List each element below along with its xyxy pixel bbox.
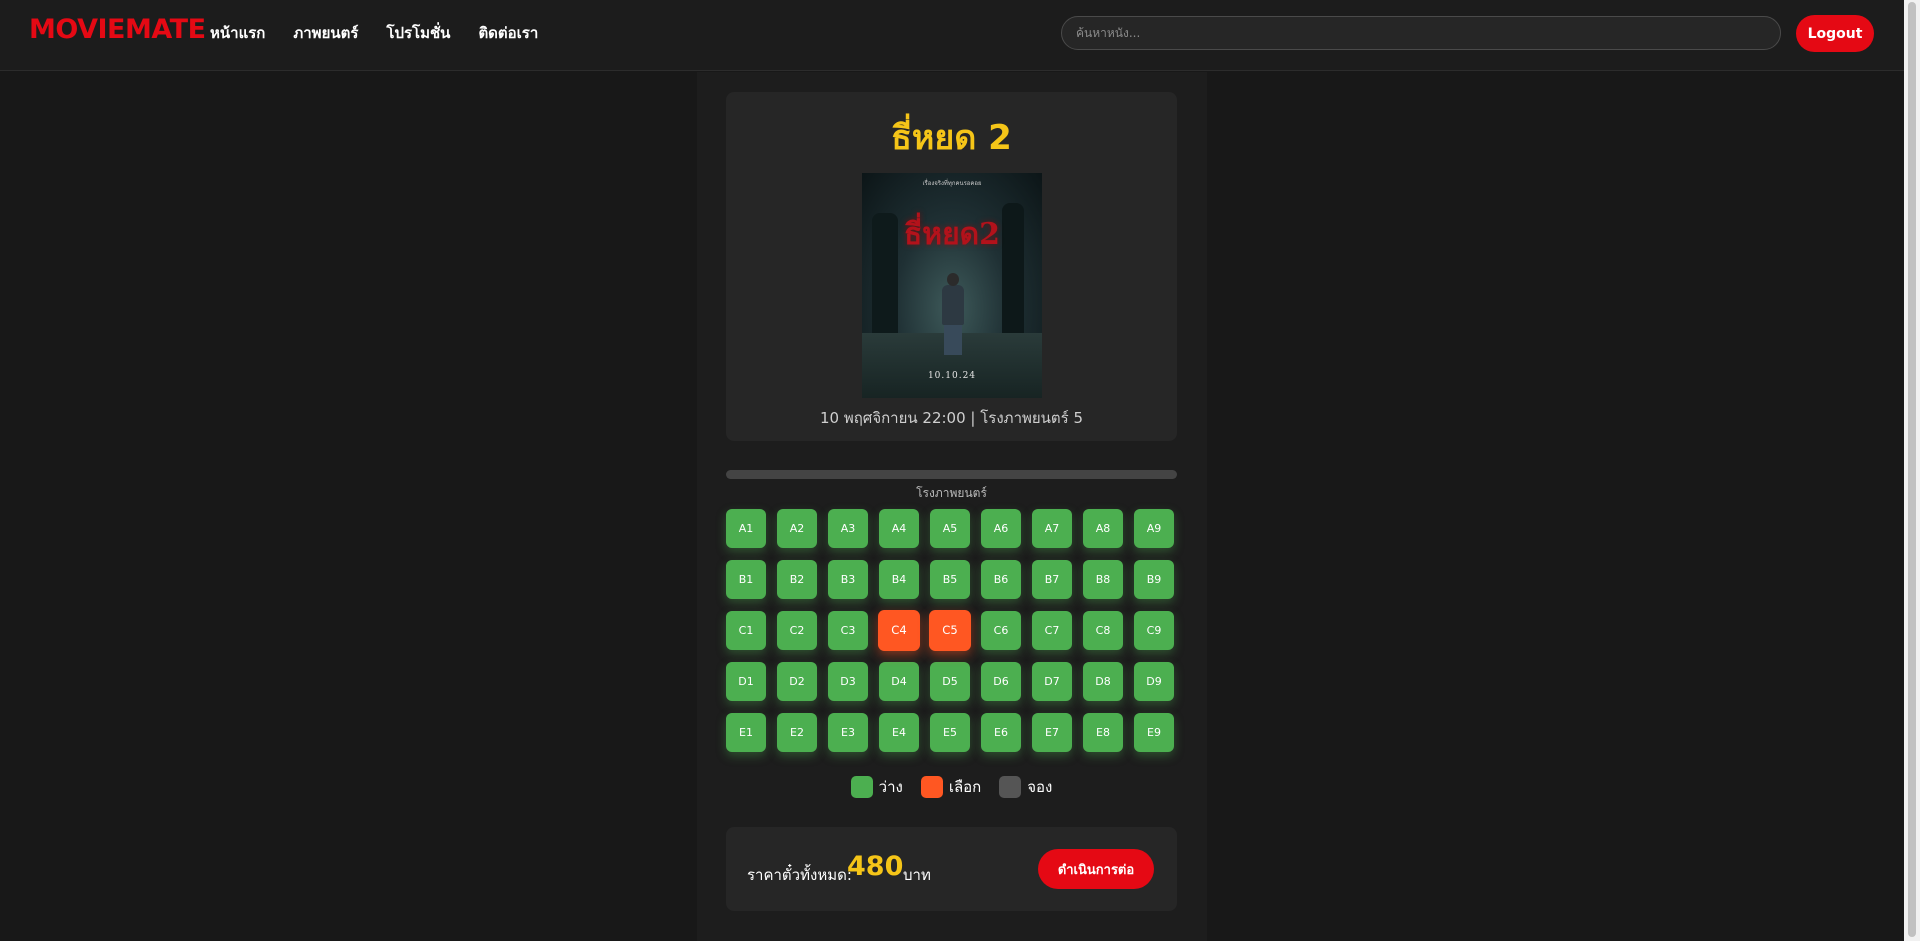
seat-row: B1 B2 B3 B4 B5 B6 B7 B8 B9	[726, 560, 1177, 599]
legend-available-label: ว่าง	[878, 778, 903, 796]
seat-b1[interactable]: B1	[726, 560, 766, 599]
seat-b6[interactable]: B6	[981, 560, 1021, 599]
seat-c4[interactable]: C4	[878, 610, 920, 651]
seat-d5[interactable]: D5	[930, 662, 970, 701]
seat-e9[interactable]: E9	[1134, 713, 1174, 752]
main-nav: หน้าแรก ภาพยนตร์ โปรโมชั่น ติดต่อเรา	[210, 0, 538, 66]
legend-available-swatch	[850, 776, 873, 798]
legend-selected-label: เลือก	[948, 778, 982, 796]
seat-c5[interactable]: C5	[929, 610, 971, 651]
seat-a6[interactable]: A6	[981, 509, 1021, 548]
nav-link-movies[interactable]: ภาพยนตร์	[293, 21, 358, 45]
poster-date: 10.10.24	[927, 371, 977, 381]
showtime-info: 10 พฤศจิกายน 22:00 | โรงภาพยนตร์ 5	[819, 409, 1084, 427]
legend-selected: เลือก	[920, 775, 982, 799]
poster-figure-head	[947, 273, 959, 286]
screen-indicator	[726, 470, 1177, 479]
seat-row: C1 C2 C3 C4 C5 C6 C7 C8 C9	[726, 610, 1177, 651]
seat-e6[interactable]: E6	[981, 713, 1021, 752]
seat-b2[interactable]: B2	[777, 560, 817, 599]
seat-d3[interactable]: D3	[828, 662, 868, 701]
seat-row: A1 A2 A3 A4 A5 A6 A7 A8 A9	[726, 509, 1177, 548]
seat-b5[interactable]: B5	[930, 560, 970, 599]
seat-e4[interactable]: E4	[879, 713, 919, 752]
seat-legend: ว่าง เลือก จอง	[726, 775, 1177, 799]
seat-e2[interactable]: E2	[777, 713, 817, 752]
page-scrollbar[interactable]	[1904, 0, 1920, 941]
legend-booked-swatch	[999, 776, 1022, 798]
seat-a9[interactable]: A9	[1134, 509, 1174, 548]
movie-title: ธี่หยด 2	[891, 118, 1012, 158]
seat-b4[interactable]: B4	[879, 560, 919, 599]
seat-c1[interactable]: C1	[726, 611, 766, 650]
total-summary: ราคาตั๋วทั้งหมด: 480 บาท ดำเนินการต่อ	[726, 827, 1177, 911]
seat-a5[interactable]: A5	[930, 509, 970, 548]
search-input[interactable]	[1061, 16, 1781, 50]
total-price-currency: บาท	[903, 866, 931, 884]
seat-a7[interactable]: A7	[1032, 509, 1072, 548]
continue-button[interactable]: ดำเนินการต่อ	[1038, 849, 1154, 889]
seat-a8[interactable]: A8	[1083, 509, 1123, 548]
seat-e3[interactable]: E3	[828, 713, 868, 752]
seat-d7[interactable]: D7	[1032, 662, 1072, 701]
seat-c6[interactable]: C6	[981, 611, 1021, 650]
movie-card: ธี่หยด 2 เรื่องจริงที่ทุกคนรอคอย ธี่หยด2…	[726, 92, 1177, 441]
seat-grid: A1 A2 A3 A4 A5 A6 A7 A8 A9 B1 B2 B3 B4 B5 B6 B7 B8 B9 C1 C2…	[726, 509, 1177, 764]
legend-selected-swatch	[920, 776, 943, 798]
seat-e1[interactable]: E1	[726, 713, 766, 752]
nav-link-home[interactable]: หน้าแรก	[210, 21, 265, 45]
seat-b7[interactable]: B7	[1032, 560, 1072, 599]
seat-c8[interactable]: C8	[1083, 611, 1123, 650]
seat-e7[interactable]: E7	[1032, 713, 1072, 752]
seat-a3[interactable]: A3	[828, 509, 868, 548]
scrollbar-thumb[interactable]	[1908, 2, 1916, 937]
nav-link-promotions[interactable]: โปรโมชั่น	[386, 21, 450, 45]
seat-row: E1 E2 E3 E4 E5 E6 E7 E8 E9	[726, 713, 1177, 752]
seat-e5[interactable]: E5	[930, 713, 970, 752]
seat-b9[interactable]: B9	[1134, 560, 1174, 599]
seat-d1[interactable]: D1	[726, 662, 766, 701]
site-logo[interactable]: MOVIEMATE	[29, 14, 206, 45]
logout-button[interactable]: Logout	[1796, 15, 1874, 52]
seat-c9[interactable]: C9	[1134, 611, 1174, 650]
legend-booked-label: จอง	[1027, 778, 1053, 796]
top-navbar: MOVIEMATE หน้าแรก ภาพยนตร์ โปรโมชั่น ติด…	[0, 0, 1904, 71]
poster-figure-legs	[944, 323, 962, 355]
seat-b3[interactable]: B3	[828, 560, 868, 599]
seat-a2[interactable]: A2	[777, 509, 817, 548]
movie-poster: เรื่องจริงที่ทุกคนรอคอย ธี่หยด2 10.10.24	[862, 173, 1042, 398]
poster-figure-body	[942, 285, 964, 325]
legend-available: ว่าง	[850, 775, 903, 799]
seat-row: D1 D2 D3 D4 D5 D6 D7 D8 D9	[726, 662, 1177, 701]
seat-c3[interactable]: C3	[828, 611, 868, 650]
screen-label: โรงภาพยนตร์	[916, 486, 987, 500]
seat-a4[interactable]: A4	[879, 509, 919, 548]
seat-c7[interactable]: C7	[1032, 611, 1072, 650]
legend-booked: จอง	[999, 775, 1052, 799]
seat-e8[interactable]: E8	[1083, 713, 1123, 752]
seat-a1[interactable]: A1	[726, 509, 766, 548]
seat-c2[interactable]: C2	[777, 611, 817, 650]
seat-b8[interactable]: B8	[1083, 560, 1123, 599]
seat-d4[interactable]: D4	[879, 662, 919, 701]
total-price-label: ราคาตั๋วทั้งหมด:	[747, 866, 852, 884]
nav-link-contact[interactable]: ติดต่อเรา	[478, 21, 538, 45]
poster-tagline: เรื่องจริงที่ทุกคนรอคอย	[922, 180, 982, 187]
seat-d8[interactable]: D8	[1083, 662, 1123, 701]
seat-d6[interactable]: D6	[981, 662, 1021, 701]
seat-d2[interactable]: D2	[777, 662, 817, 701]
total-price-amount: 480	[847, 851, 904, 882]
seat-d9[interactable]: D9	[1134, 662, 1174, 701]
poster-title: ธี่หยด2	[903, 217, 1001, 252]
